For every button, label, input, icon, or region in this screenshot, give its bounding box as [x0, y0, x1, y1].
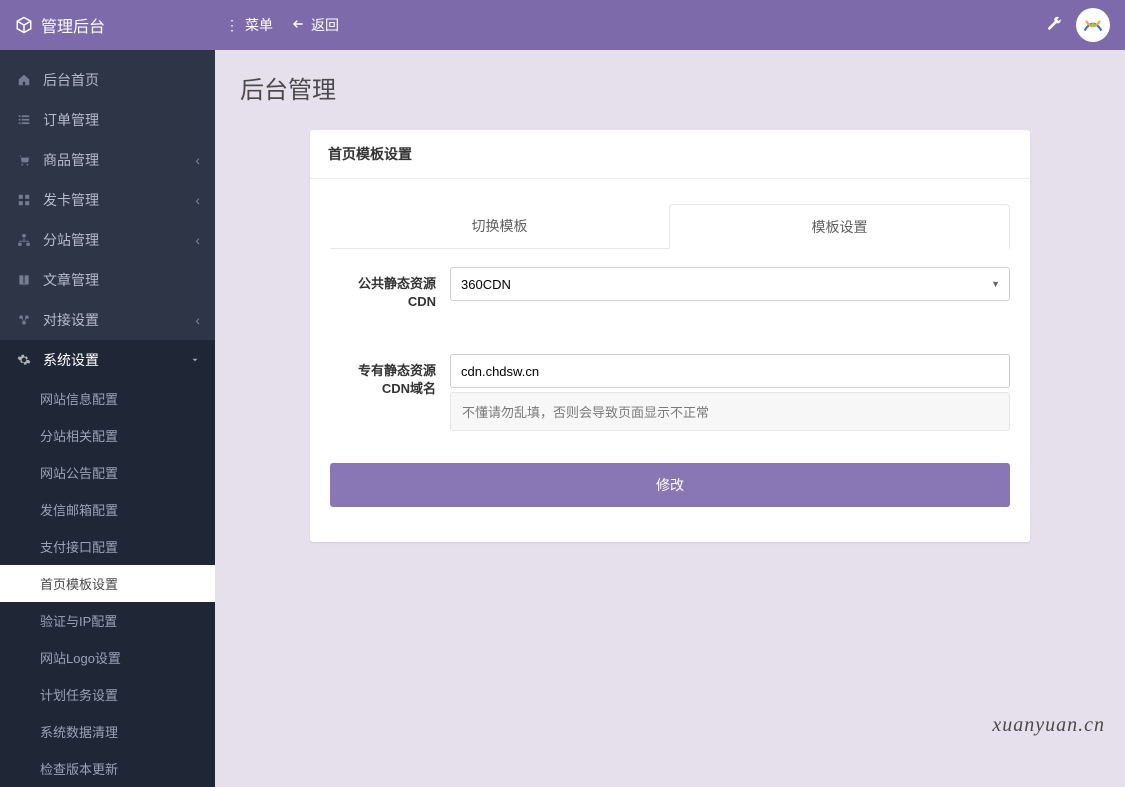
panel-body: 切换模板 模板设置 公共静态资源CDN 360CDN 专: [310, 179, 1030, 542]
back-button[interactable]: 返回: [291, 15, 339, 35]
cube-icon: [15, 16, 33, 34]
sub-item-data-clean[interactable]: 系统数据清理: [0, 713, 215, 750]
sub-item-announcement[interactable]: 网站公告配置: [0, 454, 215, 491]
panel-header: 首页模板设置: [310, 130, 1030, 179]
sidebar-item-label: 分站管理: [43, 230, 99, 250]
list-icon: [15, 113, 33, 127]
select-public-cdn[interactable]: 360CDN: [450, 267, 1010, 301]
menu-button[interactable]: ⋮ 菜单: [225, 15, 273, 35]
menu-dots-icon: ⋮: [225, 17, 239, 34]
tab-template-settings[interactable]: 模板设置: [669, 204, 1010, 249]
grid-icon: [15, 193, 33, 207]
sidebar-item-label: 商品管理: [43, 150, 99, 170]
label-private-cdn: 专有静态资源CDN域名: [330, 354, 450, 431]
panel-template-settings: 首页模板设置 切换模板 模板设置 公共静态资源CDN 360CDN: [310, 130, 1030, 542]
chevron-left-icon: ‹: [195, 152, 200, 168]
book-icon: [15, 273, 33, 287]
sub-item-update[interactable]: 检查版本更新: [0, 750, 215, 787]
sidebar-item-integration[interactable]: 对接设置 ‹: [0, 300, 215, 340]
topbar-right: [1046, 8, 1110, 42]
cart-icon: [15, 153, 33, 167]
sub-item-mail[interactable]: 发信邮箱配置: [0, 491, 215, 528]
sidebar-item-products[interactable]: 商品管理 ‹: [0, 140, 215, 180]
sidebar-item-label: 文章管理: [43, 270, 99, 290]
brand-text: 管理后台: [41, 13, 105, 37]
sidebar-sublist-system: 网站信息配置 分站相关配置 网站公告配置 发信邮箱配置 支付接口配置 首页模板设…: [0, 380, 215, 787]
sidebar: 后台首页 订单管理 商品管理 ‹ 发卡管理 ‹ 分站管理 ‹ 文章管理 对接设置: [0, 50, 215, 787]
sub-item-verify-ip[interactable]: 验证与IP配置: [0, 602, 215, 639]
sub-item-substation-config[interactable]: 分站相关配置: [0, 417, 215, 454]
back-label: 返回: [311, 15, 339, 35]
wrench-icon[interactable]: [1046, 16, 1062, 35]
back-arrow-icon: [291, 17, 305, 34]
chevron-left-icon: ‹: [195, 192, 200, 208]
chevron-left-icon: ‹: [195, 312, 200, 328]
sitemap-icon: [15, 233, 33, 247]
menu-label: 菜单: [245, 15, 273, 35]
avatar[interactable]: [1076, 8, 1110, 42]
submit-button[interactable]: 修改: [330, 463, 1010, 507]
sidebar-item-label: 订单管理: [43, 110, 99, 130]
chevron-down-icon: [190, 352, 200, 368]
topbar: 管理后台 ⋮ 菜单 返回: [0, 0, 1125, 50]
page-title: 后台管理: [240, 70, 1100, 105]
help-private-cdn: 不懂请勿乱填，否则会导致页面显示不正常: [450, 392, 1010, 431]
sidebar-item-orders[interactable]: 订单管理: [0, 100, 215, 140]
sub-item-site-info[interactable]: 网站信息配置: [0, 380, 215, 417]
sidebar-item-label: 对接设置: [43, 310, 99, 330]
tab-switch-template[interactable]: 切换模板: [330, 204, 669, 249]
sub-item-cron[interactable]: 计划任务设置: [0, 676, 215, 713]
home-icon: [15, 73, 33, 87]
topbar-menu-area: ⋮ 菜单 返回: [225, 15, 339, 35]
sub-item-template[interactable]: 首页模板设置: [0, 565, 215, 602]
gear-icon: [15, 353, 33, 367]
chevron-left-icon: ‹: [195, 232, 200, 248]
main-content: 后台管理 首页模板设置 切换模板 模板设置 公共静态资源CDN 360CDN: [215, 50, 1125, 787]
sidebar-item-articles[interactable]: 文章管理: [0, 260, 215, 300]
sidebar-item-label: 后台首页: [43, 70, 99, 90]
tab-row: 切换模板 模板设置: [330, 204, 1010, 249]
sidebar-item-label: 发卡管理: [43, 190, 99, 210]
sidebar-item-label: 系统设置: [43, 350, 99, 370]
input-private-cdn[interactable]: [450, 354, 1010, 388]
sidebar-item-system[interactable]: 系统设置: [0, 340, 215, 380]
sidebar-item-substations[interactable]: 分站管理 ‹: [0, 220, 215, 260]
sidebar-item-cards[interactable]: 发卡管理 ‹: [0, 180, 215, 220]
link-icon: [15, 313, 33, 327]
sidebar-item-home[interactable]: 后台首页: [0, 60, 215, 100]
form-row-private-cdn: 专有静态资源CDN域名 不懂请勿乱填，否则会导致页面显示不正常: [330, 354, 1010, 431]
watermark: xuanyuan.cn: [992, 714, 1105, 737]
label-public-cdn: 公共静态资源CDN: [330, 267, 450, 310]
brand: 管理后台: [15, 13, 215, 37]
sub-item-payment[interactable]: 支付接口配置: [0, 528, 215, 565]
form-row-cdn: 公共静态资源CDN 360CDN: [330, 267, 1010, 310]
sub-item-logo[interactable]: 网站Logo设置: [0, 639, 215, 676]
